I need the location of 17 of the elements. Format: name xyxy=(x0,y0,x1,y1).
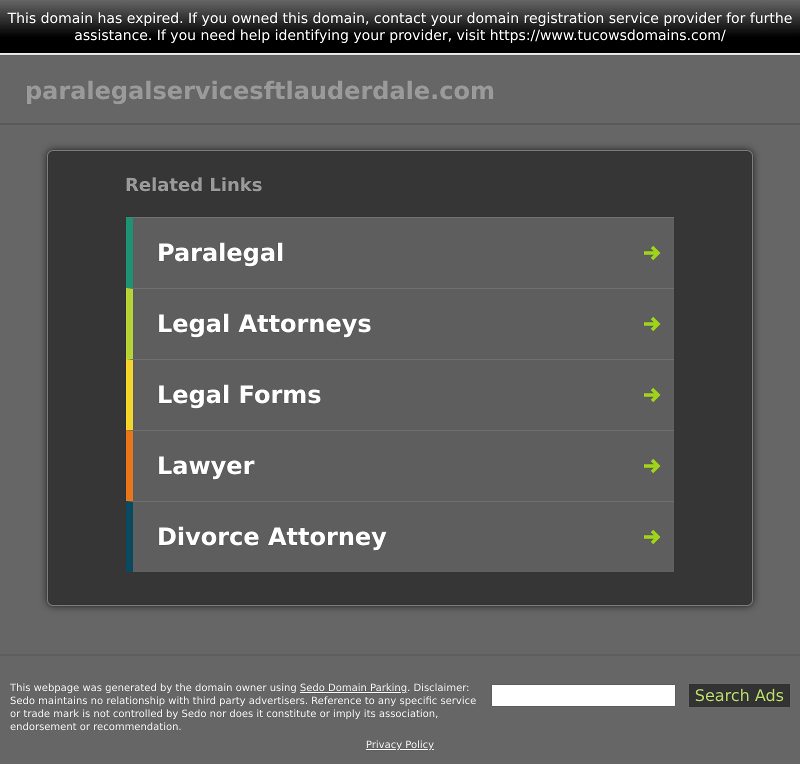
related-link[interactable]: Paralegal xyxy=(126,217,674,288)
related-link[interactable]: Legal Forms xyxy=(126,359,674,430)
privacy-policy-link[interactable]: Privacy Policy xyxy=(366,740,434,751)
arrow-right-icon xyxy=(642,457,662,475)
related-links-title: Related Links xyxy=(125,175,264,198)
arrow-right-icon xyxy=(642,315,662,333)
sedo-parking-link[interactable]: Sedo Domain Parking xyxy=(300,683,408,694)
arrow-right-icon xyxy=(642,386,662,404)
related-link[interactable]: Lawyer xyxy=(126,430,674,501)
disclaimer-text: This webpage was generated by the domain owner using Sedo Domain Parking. Disclaimer: Sedo maintains no relationship with third party advertisers. Reference to any specific service or trade mark is not controlled by Sedo nor does it constitute or imply its association, endorsement or recommendation. xyxy=(10,682,478,734)
arrow-right-icon xyxy=(642,244,662,262)
arrow-right-icon xyxy=(642,528,662,546)
related-link[interactable]: Divorce Attorney xyxy=(126,501,674,572)
search-field[interactable] xyxy=(492,685,675,706)
expired-notice-text: This domain has expired. If you owned this domain, contact your domain registration service provider for furthe assistance. If you need help identifying your provider, visit https://www.tucowsdomains.com/ xyxy=(8,11,792,46)
related-link[interactable]: Legal Attorneys xyxy=(126,288,674,359)
search-ads-button[interactable]: Search Ads xyxy=(688,684,790,707)
